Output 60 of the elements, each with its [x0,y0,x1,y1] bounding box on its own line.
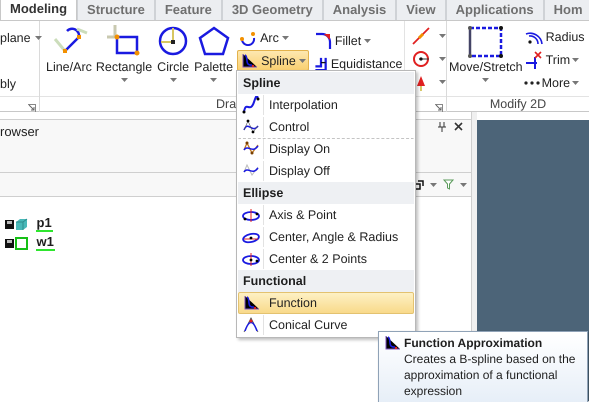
ribbon-button[interactable]: plane [0,27,39,48]
ribbon-button[interactable]: Palette [192,21,236,96]
ribbon-button[interactable]: bly [0,73,39,94]
caret-icon[interactable] [430,182,437,186]
caret-icon[interactable] [439,57,446,61]
rectangle-icon [107,25,141,57]
menu-item[interactable]: Center, Angle & Radius [238,226,414,248]
ribbon-tab[interactable]: Modeling [0,0,78,20]
arc-icon [239,30,258,46]
ribbon-tab[interactable]: View [396,0,446,20]
menu-item[interactable]: Conical Curve [238,314,414,336]
group-label: Dra [216,97,236,111]
ribbon-button[interactable]: Spline [237,50,309,71]
ribbon-tab[interactable]: Analysis [322,0,396,20]
panel-title: rowser [0,123,40,141]
view-icon[interactable] [414,180,424,190]
tree-item[interactable]: w1 [36,235,55,251]
ribbon-button[interactable] [411,49,446,69]
ribbon-tab[interactable]: Applications [446,0,544,20]
menu-item[interactable]: Interpolation [238,94,414,116]
caret-icon[interactable] [439,80,446,84]
menu-item[interactable]: Display On [238,138,414,160]
tooltip-text: Creates a B-spline based on the approximation of a functional expression [403,351,576,399]
move-icon [466,25,506,57]
pin-icon[interactable] [438,122,446,132]
ribbon-tab[interactable]: Structure [77,0,155,20]
filter-icon[interactable] [443,179,454,190]
ribbon-button[interactable]: Circle [154,21,192,96]
ribbon-tab[interactable]: Feature [154,0,222,20]
cube-icon [15,218,28,230]
function-curve-icon [240,52,258,68]
menu-item[interactable]: Display Off [238,160,414,182]
close-icon[interactable] [454,122,463,131]
ribbon-button[interactable]: Rectangle [94,21,154,96]
ribbon-button[interactable]: Fillet [312,30,374,51]
group-label: Modify 2D [490,97,546,111]
caret-icon[interactable] [460,182,467,186]
menu-header: Ellipse [238,182,414,204]
square-icon [15,236,28,250]
ribbon-button[interactable]: Line/Arc [44,21,94,96]
dots-icon [524,81,540,85]
fillet-icon [314,32,332,50]
menu-item[interactable]: Function [238,292,414,314]
caret-icon[interactable] [439,34,446,38]
menu-header: Functional [238,270,414,292]
menu-item[interactable]: Center & 2 Points [238,248,414,270]
menu-item[interactable]: Axis & Point [238,204,414,226]
circle-point-icon [411,49,432,69]
tooltip-title: Function Approximation [404,335,542,351]
pentagon-icon [196,25,231,57]
offset-icon [314,56,328,70]
trim-icon [524,51,544,69]
line-icon [411,26,432,46]
ribbon-tab[interactable]: 3D Geometry [222,0,323,20]
menu-item[interactable]: Control [238,116,414,138]
ribbon-button[interactable]: Equidistance [312,53,404,74]
ribbon-button[interactable]: Arc [237,27,291,48]
menu-header: Spline [238,72,414,94]
tree-item[interactable]: p1 [36,216,53,232]
function-curve-icon [383,335,401,351]
